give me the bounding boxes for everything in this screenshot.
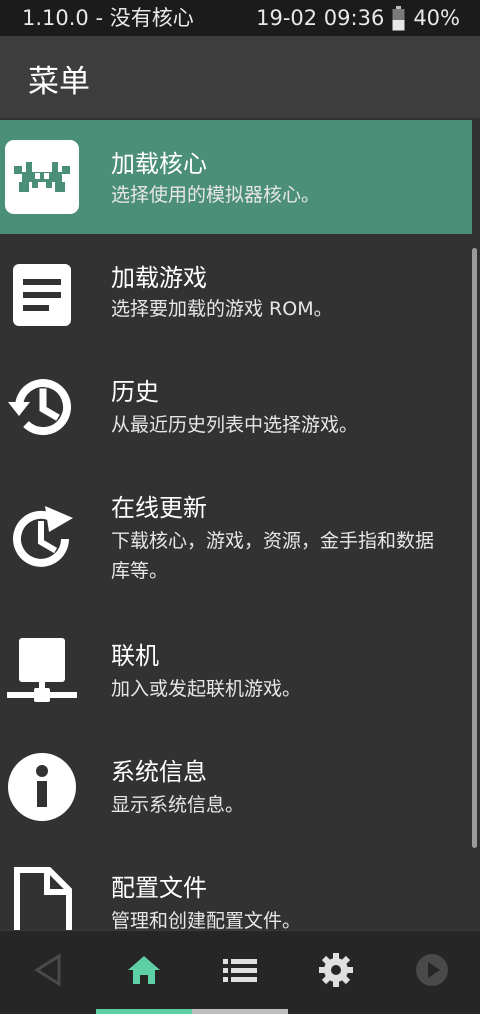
menu-item-subtitle: 下载核心，游戏，资源，金手指和数据库等。 — [111, 530, 435, 582]
menu-item-title: 在线更新 — [111, 494, 207, 522]
menu-item-load-game[interactable]: 加载游戏 选择要加载的游戏 ROM。 — [0, 234, 472, 350]
file-icon — [5, 866, 79, 930]
network-icon — [5, 634, 79, 708]
status-bar: 1.10.0 - 没有核心 19-02 09:36 40% — [0, 0, 480, 36]
history-icon — [5, 370, 79, 444]
list-button[interactable] — [192, 931, 288, 1009]
play-icon — [416, 954, 448, 986]
tab-track — [192, 1009, 288, 1014]
battery-icon — [392, 5, 405, 30]
menu-item-title: 加载核心 — [111, 150, 207, 178]
menu-item-config-file[interactable]: 配置文件 管理和创建配置文件。 — [0, 846, 472, 930]
list-icon — [223, 959, 257, 982]
menu-item-online-update[interactable]: 在线更新 下载核心，游戏，资源，金手指和数据库等。 — [0, 466, 472, 614]
settings-icon — [319, 953, 353, 987]
menu-item-title: 配置文件 — [111, 874, 207, 902]
menu-item-history[interactable]: 历史 从最近历史列表中选择游戏。 — [0, 350, 472, 466]
menu-item-subtitle: 加入或发起联机游戏。 — [111, 678, 302, 700]
menu-item-title: 历史 — [111, 378, 159, 406]
battery-percent: 40% — [413, 6, 460, 30]
menu-item-subtitle: 显示系统信息。 — [111, 794, 245, 816]
home-icon — [128, 956, 160, 984]
menu-item-title: 加载游戏 — [111, 264, 207, 292]
back-button[interactable] — [0, 931, 96, 1009]
status-app-version: 1.10.0 - 没有核心 — [22, 6, 194, 30]
menu-item-title: 系统信息 — [111, 758, 207, 786]
menu-list[interactable]: 加载核心 选择使用的模拟器核心。 加载游戏 选择要加载的游戏 ROM。 历史 从… — [0, 118, 480, 930]
status-right: 19-02 09:36 40% — [256, 0, 460, 36]
resume-button[interactable] — [384, 931, 480, 1009]
app-bar: 菜单 — [0, 36, 480, 118]
menu-item-netplay[interactable]: 联机 加入或发起联机游戏。 — [0, 614, 472, 730]
menu-item-subtitle: 选择使用的模拟器核心。 — [111, 184, 321, 206]
menu-item-load-core[interactable]: 加载核心 选择使用的模拟器核心。 — [0, 120, 472, 234]
settings-button[interactable] — [288, 931, 384, 1009]
menu-item-system-info[interactable]: 系统信息 显示系统信息。 — [0, 730, 472, 846]
update-icon — [5, 502, 79, 576]
home-button[interactable] — [96, 931, 192, 1009]
menu-item-subtitle: 选择要加载的游戏 ROM。 — [111, 298, 333, 320]
menu-item-title: 联机 — [111, 642, 159, 670]
page-title: 菜单 — [28, 64, 90, 100]
active-tab-indicator — [96, 1009, 192, 1014]
back-icon — [34, 953, 61, 987]
menu-item-subtitle: 管理和创建配置文件。 — [111, 910, 302, 930]
bottom-nav — [0, 930, 480, 1014]
document-icon — [5, 258, 79, 332]
info-icon — [5, 750, 79, 824]
menu-item-subtitle: 从最近历史列表中选择游戏。 — [111, 414, 359, 436]
scrollbar[interactable] — [472, 248, 477, 848]
status-datetime: 19-02 09:36 — [256, 6, 385, 30]
retroarch-invader-icon — [5, 140, 79, 214]
